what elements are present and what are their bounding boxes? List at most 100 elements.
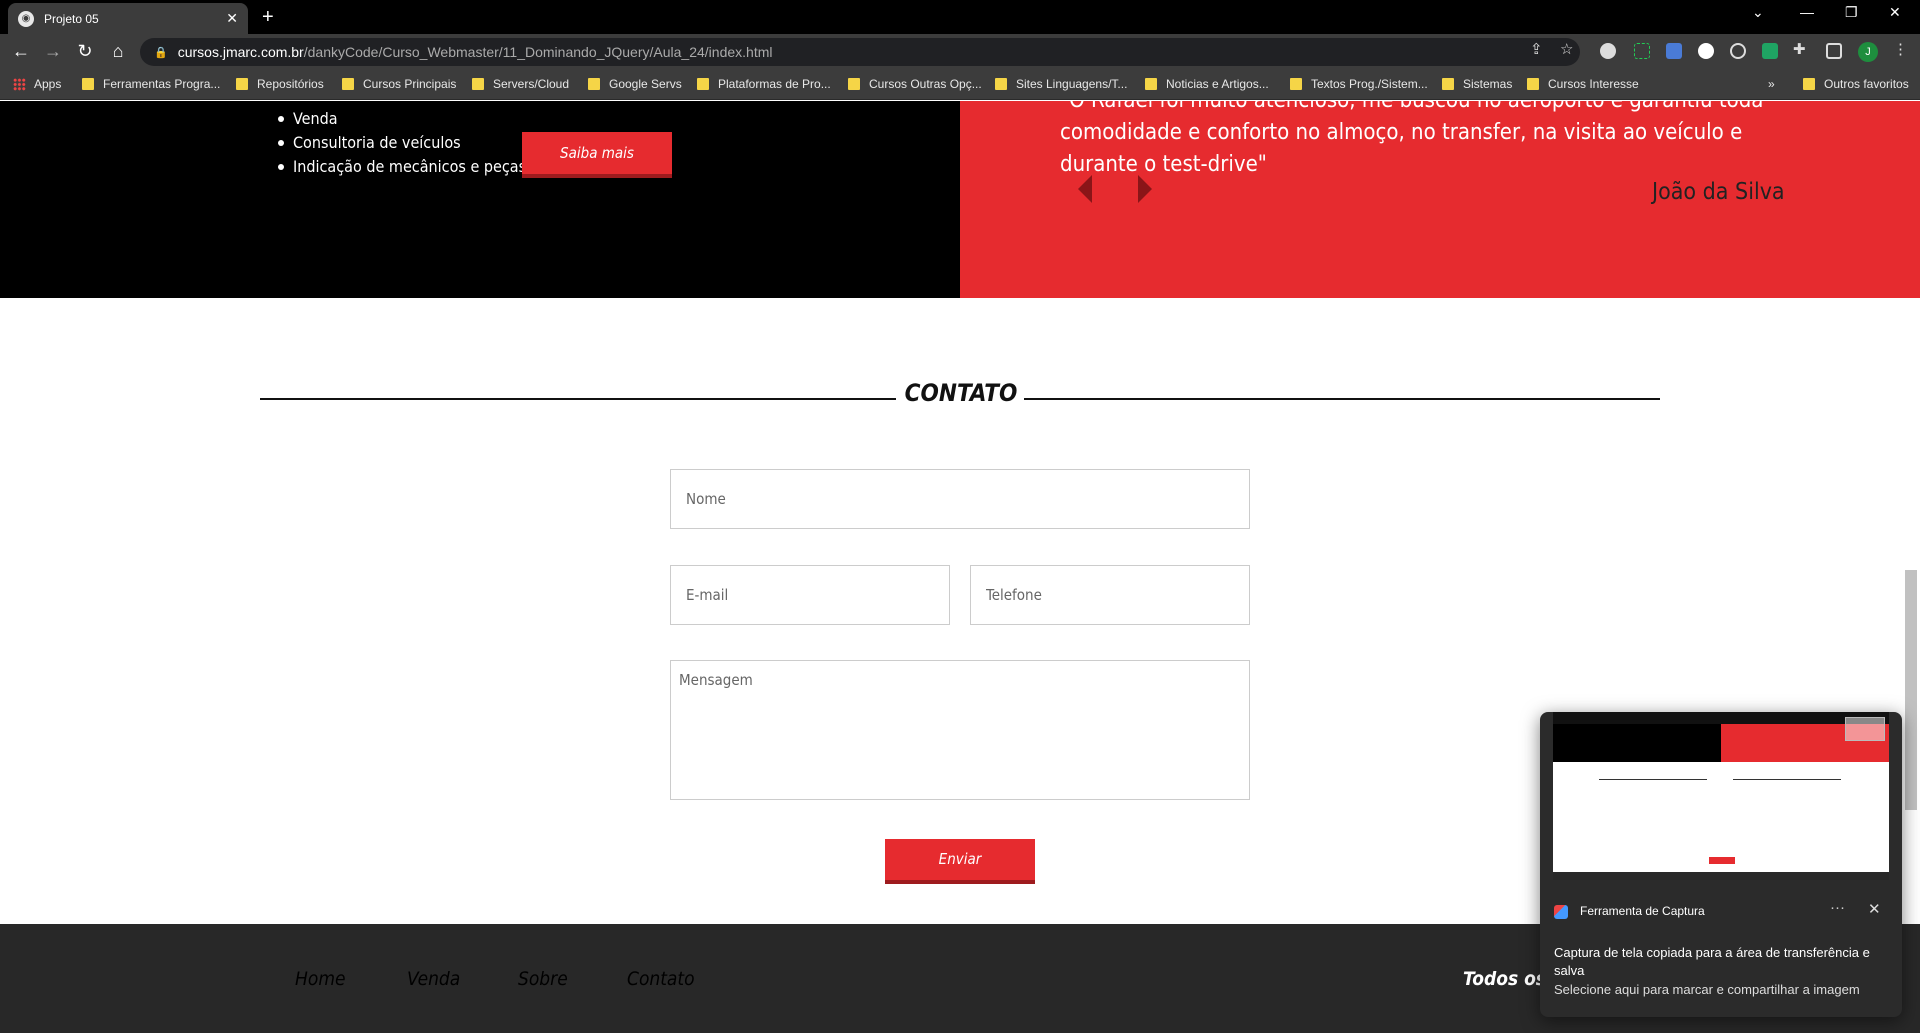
tab-search-icon[interactable]: ⌄	[1752, 4, 1764, 21]
bookmark-label: Cursos Outras Opç...	[869, 77, 982, 91]
extension-circle-icon[interactable]	[1698, 43, 1714, 59]
extension-green-icon[interactable]	[1762, 43, 1778, 59]
page-scrollbar[interactable]	[1905, 570, 1917, 810]
bookmark-folder[interactable]: Servers/Cloud	[472, 77, 569, 91]
next-arrow-icon[interactable]	[1138, 175, 1152, 203]
message-textarea[interactable]	[670, 660, 1250, 800]
url-input[interactable]: 🔒 cursos.jmarc.com.br/dankyCode/Curso_We…	[140, 38, 1580, 66]
folder-icon	[1145, 78, 1157, 90]
folder-icon	[848, 78, 860, 90]
bookmark-label: Google Servs	[609, 77, 682, 91]
bookmark-label: Noticias e Artigos...	[1166, 77, 1269, 91]
share-icon[interactable]: ⇪	[1530, 40, 1543, 58]
contact-title: CONTATO	[904, 379, 1018, 407]
bookmark-folder[interactable]: Cursos Principais	[342, 77, 456, 91]
browser-tab[interactable]: ◉ Projeto 05 ✕	[8, 3, 248, 34]
url-path: /dankyCode/Curso_Webmaster/11_Dominando_…	[303, 44, 773, 60]
bookmark-folder[interactable]: Cursos Outras Opç...	[848, 77, 982, 91]
snipping-notification[interactable]: Ferramenta de Captura ··· ✕ Captura de t…	[1540, 712, 1902, 1017]
services-list: Venda Consultoria de veículos Indicação …	[277, 107, 526, 179]
thumb-divider	[1599, 779, 1707, 780]
bookmark-label: Sistemas	[1463, 77, 1513, 91]
bookmark-folder[interactable]: Sites Linguagens/T...	[995, 77, 1127, 91]
restore-icon[interactable]: ❐	[1845, 4, 1858, 21]
folder-icon	[1290, 78, 1302, 90]
footer-link-venda[interactable]: Venda	[407, 968, 460, 990]
footer-link-home[interactable]: Home	[295, 968, 346, 990]
bookmark-folder[interactable]: Noticias e Artigos...	[1145, 77, 1269, 91]
bookmark-label: Sites Linguagens/T...	[1016, 77, 1128, 91]
bookmark-label: Ferramentas Progra...	[103, 77, 221, 91]
more-options-icon[interactable]: ···	[1830, 899, 1845, 916]
extension-blue-icon[interactable]	[1666, 43, 1682, 59]
bookmark-folder[interactable]: Textos Prog./Sistem...	[1290, 77, 1428, 91]
bookmark-folder[interactable]: Sistemas	[1442, 77, 1512, 91]
enviar-button[interactable]: Enviar	[885, 839, 1035, 884]
bookmark-label: Servers/Cloud	[493, 77, 570, 91]
bookmark-label: Plataformas de Pro...	[718, 77, 831, 91]
address-bar: ← → ↻ ⌂ 🔒 cursos.jmarc.com.br/dankyCode/…	[0, 34, 1920, 70]
bookmark-folder[interactable]: Ferramentas Progra...	[82, 77, 220, 91]
close-window-icon[interactable]: ✕	[1889, 4, 1901, 21]
thumb-selection	[1845, 717, 1885, 741]
folder-icon	[1803, 78, 1815, 90]
folder-icon	[236, 78, 248, 90]
prev-arrow-icon[interactable]	[1078, 175, 1092, 203]
new-tab-icon[interactable]: +	[262, 6, 274, 29]
bookmark-label: Repositórios	[257, 77, 324, 91]
extension-capture-icon[interactable]	[1634, 43, 1650, 59]
bookmark-label: Outros favoritos	[1824, 77, 1909, 91]
thumb-footer	[1553, 872, 1889, 880]
footer-link-contato[interactable]: Contato	[627, 968, 695, 990]
folder-icon	[342, 78, 354, 90]
service-item: Venda	[277, 107, 526, 131]
folder-icon	[697, 78, 709, 90]
globe-icon: ◉	[18, 10, 34, 27]
bookmark-star-icon[interactable]: ☆	[1560, 40, 1573, 58]
bookmarks-bar: Apps Ferramentas Progra... Repositórios …	[0, 70, 1920, 100]
email-input[interactable]	[670, 565, 950, 625]
bookmark-apps[interactable]: Apps	[13, 77, 61, 91]
bookmark-folder[interactable]: Google Servs	[588, 77, 682, 91]
saiba-mais-button[interactable]: Saiba mais	[522, 132, 672, 178]
thumb-button	[1709, 857, 1735, 864]
side-panel-icon[interactable]	[1826, 43, 1842, 59]
name-input[interactable]	[670, 469, 1250, 529]
back-icon[interactable]: ←	[9, 41, 33, 62]
home-icon[interactable]: ⌂	[106, 41, 130, 62]
extension-react-icon[interactable]	[1730, 43, 1746, 59]
reload-icon[interactable]: ↻	[73, 41, 97, 62]
extensions-puzzle-icon[interactable]: ✚	[1793, 40, 1806, 58]
footer-link-sobre[interactable]: Sobre	[518, 968, 568, 990]
bookmark-label: Apps	[34, 77, 62, 91]
bookmark-label: Cursos Principais	[363, 77, 457, 91]
url-host: cursos.jmarc.com.br	[177, 44, 304, 60]
bookmark-label: Textos Prog./Sistem...	[1311, 77, 1428, 91]
profile-avatar[interactable]: J	[1858, 42, 1878, 62]
close-icon[interactable]: ✕	[1868, 900, 1881, 918]
bookmark-folder[interactable]: Repositórios	[236, 77, 324, 91]
snipping-tool-icon	[1554, 905, 1568, 919]
screenshot-thumbnail[interactable]	[1553, 712, 1889, 880]
bookmark-folder[interactable]: Plataformas de Pro...	[697, 77, 831, 91]
menu-kebab-icon[interactable]: ⋮	[1893, 40, 1908, 58]
thumb-chrome	[1553, 712, 1889, 724]
phone-input[interactable]	[970, 565, 1250, 625]
lock-icon[interactable]: 🔒	[154, 46, 168, 59]
folder-icon	[995, 78, 1007, 90]
close-tab-icon[interactable]: ✕	[226, 10, 238, 27]
tab-bar: ◉ Projeto 05 ✕ + ⌄ — ❐ ✕	[0, 0, 1920, 34]
extension-gear-icon[interactable]	[1600, 43, 1616, 59]
bookmark-other-favorites[interactable]: Outros favoritos	[1803, 77, 1909, 91]
bookmark-folder[interactable]: Cursos Interesse	[1527, 77, 1639, 91]
minimize-icon[interactable]: —	[1800, 4, 1814, 20]
contact-divider-left	[260, 398, 896, 400]
toast-hint: Selecione aqui para marcar e compartilha…	[1554, 982, 1860, 997]
service-item: Consultoria de veículos	[277, 131, 526, 155]
forward-icon[interactable]: →	[41, 41, 65, 62]
folder-icon	[472, 78, 484, 90]
bookmark-label: Cursos Interesse	[1548, 77, 1639, 91]
folder-icon	[1442, 78, 1454, 90]
tab-title: Projeto 05	[44, 11, 99, 26]
bookmarks-overflow-button[interactable]: »	[1768, 77, 1775, 91]
